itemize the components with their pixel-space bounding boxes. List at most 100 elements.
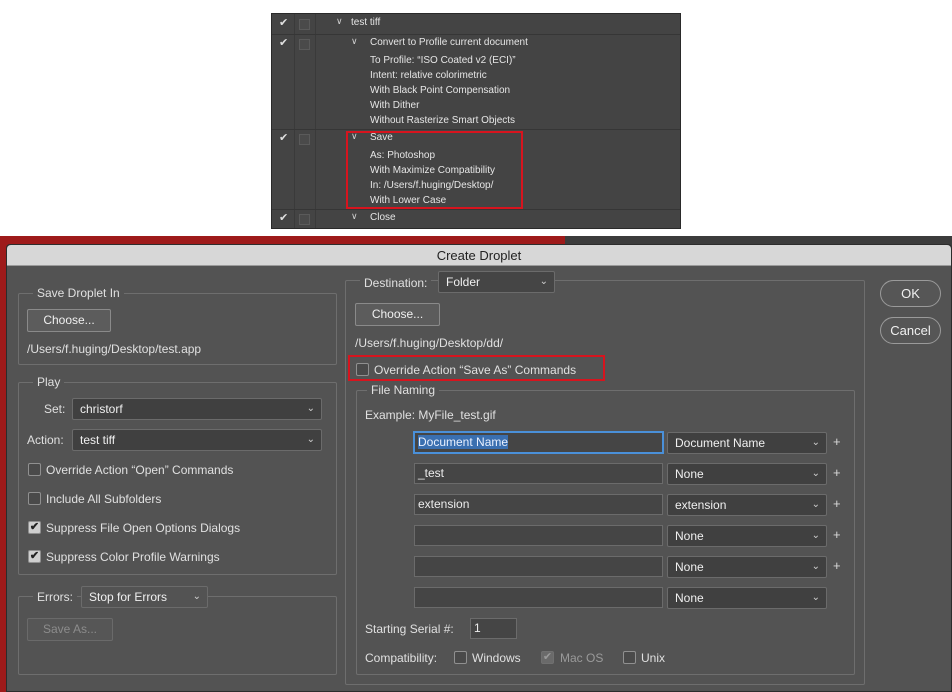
file-naming-example: Example: MyFile_test.gif xyxy=(365,408,496,422)
step-detail-text: Intent: relative colorimetric xyxy=(370,70,487,81)
chevron-down-icon: ⌄ xyxy=(811,592,820,603)
naming-select-1[interactable]: Document Name ⌄ xyxy=(667,432,827,454)
step-detail-text: Without Rasterize Smart Objects xyxy=(370,115,516,126)
chevron-down-icon: ⌄ xyxy=(192,591,201,602)
dialog-toggle-box[interactable] xyxy=(299,134,310,145)
cancel-button[interactable]: Cancel xyxy=(880,317,941,344)
row-divider xyxy=(272,209,680,210)
chevron-down-icon: ⌄ xyxy=(306,434,315,445)
suppress-open-options-checkbox[interactable]: ✔ xyxy=(28,521,41,534)
errors-select[interactable]: Stop for Errors ⌄ xyxy=(81,586,208,608)
naming-select-2[interactable]: None ⌄ xyxy=(667,463,827,485)
naming-field-1[interactable]: Document Name xyxy=(414,432,663,453)
step-detail: Intent: relative colorimetric xyxy=(272,69,680,84)
chevron-down-icon[interactable]: ∨ xyxy=(336,16,343,27)
dialog-toggle-box[interactable] xyxy=(299,214,310,225)
serial-input[interactable]: 1 xyxy=(470,618,517,639)
suppress-color-warnings-label[interactable]: Suppress Color Profile Warnings xyxy=(46,550,220,564)
ok-button[interactable]: OK xyxy=(880,280,941,307)
step-detail-text: With Dither xyxy=(370,100,420,111)
serial-label: Starting Serial #: xyxy=(365,622,454,636)
dialog-toggle-box[interactable] xyxy=(299,19,310,30)
naming-select-value: None xyxy=(675,560,704,574)
naming-select-value: None xyxy=(675,467,704,481)
row-divider xyxy=(272,34,680,35)
action-label: Action: xyxy=(27,433,64,447)
naming-field-3[interactable]: extension xyxy=(414,494,663,515)
step-detail: With Black Point Compensation xyxy=(272,84,680,99)
windows-checkbox[interactable] xyxy=(454,651,467,664)
check-icon[interactable]: ✔ xyxy=(279,131,288,144)
naming-field-5[interactable] xyxy=(414,556,663,577)
destination-label: Destination: xyxy=(360,276,432,290)
action-name: test tiff xyxy=(351,17,381,28)
naming-select-6[interactable]: None ⌄ xyxy=(667,587,827,609)
step-detail-text: With Black Point Compensation xyxy=(370,85,511,96)
action-row-convert-to-profile[interactable]: ✔ ∨ Convert to Profile current document xyxy=(272,36,680,51)
destination-select[interactable]: Folder ⌄ xyxy=(438,271,555,293)
windows-label[interactable]: Windows xyxy=(472,651,521,665)
naming-select-value: None xyxy=(675,529,704,543)
chevron-down-icon[interactable]: ∨ xyxy=(351,211,358,222)
errors-value: Stop for Errors xyxy=(89,590,168,604)
naming-field-6[interactable] xyxy=(414,587,663,608)
set-value: christorf xyxy=(80,402,123,416)
chevron-down-icon[interactable]: ∨ xyxy=(351,36,358,47)
step-detail: To Profile: “ISO Coated v2 (ECI)” xyxy=(272,54,680,69)
highlight-box-override-save-as xyxy=(348,355,605,381)
group-legend: Save Droplet In xyxy=(33,286,124,300)
unix-checkbox[interactable] xyxy=(623,651,636,664)
choose-droplet-button[interactable]: Choose... xyxy=(27,309,111,332)
save-droplet-in-group: Save Droplet In Choose... /Users/f.hugin… xyxy=(18,286,337,365)
naming-select-3[interactable]: extension ⌄ xyxy=(667,494,827,516)
add-row-icon[interactable]: + xyxy=(833,465,841,480)
naming-select-4[interactable]: None ⌄ xyxy=(667,525,827,547)
naming-select-value: extension xyxy=(675,498,727,512)
naming-field-2[interactable]: _test xyxy=(414,463,663,484)
compatibility-label: Compatibility: xyxy=(365,651,438,665)
include-subfolders-checkbox[interactable] xyxy=(28,492,41,505)
add-row-icon[interactable]: + xyxy=(833,496,841,511)
create-droplet-dialog: Create Droplet Save Droplet In Choose...… xyxy=(6,244,952,692)
unix-label[interactable]: Unix xyxy=(641,651,665,665)
suppress-color-warnings-checkbox[interactable]: ✔ xyxy=(28,550,41,563)
add-row-icon[interactable]: + xyxy=(833,434,841,449)
naming-select-value: Document Name xyxy=(675,436,766,450)
set-select[interactable]: christorf ⌄ xyxy=(72,398,322,420)
save-as-button[interactable]: Save As... xyxy=(27,618,113,641)
add-row-icon[interactable]: + xyxy=(833,558,841,573)
action-select[interactable]: test tiff ⌄ xyxy=(72,429,322,451)
step-detail: Without Rasterize Smart Objects xyxy=(272,114,680,129)
naming-select-5[interactable]: None ⌄ xyxy=(667,556,827,578)
naming-field-text: Document Name xyxy=(418,435,509,449)
chevron-down-icon: ⌄ xyxy=(811,437,820,448)
check-icon[interactable]: ✔ xyxy=(279,16,288,29)
check-icon[interactable]: ✔ xyxy=(279,211,288,224)
include-subfolders-label[interactable]: Include All Subfolders xyxy=(46,492,161,506)
destination-value: Folder xyxy=(446,275,481,289)
override-open-checkbox[interactable] xyxy=(28,463,41,476)
file-naming-group: File Naming Example: MyFile_test.gif Doc… xyxy=(356,383,855,675)
step-detail: With Dither xyxy=(272,99,680,114)
naming-select-value: None xyxy=(675,591,704,605)
suppress-open-options-label[interactable]: Suppress File Open Options Dialogs xyxy=(46,521,240,535)
set-label: Set: xyxy=(44,402,66,416)
add-row-icon[interactable]: + xyxy=(833,527,841,542)
check-icon[interactable]: ✔ xyxy=(279,36,288,49)
action-row-test-tiff[interactable]: ✔ ∨ test tiff xyxy=(272,16,680,31)
chevron-down-icon: ⌄ xyxy=(811,561,820,572)
group-legend: Play xyxy=(33,375,65,389)
dialog-toggle-box[interactable] xyxy=(299,39,310,50)
droplet-path: /Users/f.huging/Desktop/test.app xyxy=(27,342,202,356)
errors-group: Errors: Stop for Errors ⌄ Save As... xyxy=(18,586,337,675)
action-row-close[interactable]: ✔ ∨ Close xyxy=(272,211,680,226)
macos-checkbox: ✔ xyxy=(541,651,554,664)
highlight-box-save xyxy=(346,131,523,209)
action-value: test tiff xyxy=(80,433,116,447)
choose-destination-button[interactable]: Choose... xyxy=(355,303,440,326)
naming-field-4[interactable] xyxy=(414,525,663,546)
chevron-down-icon: ⌄ xyxy=(811,530,820,541)
row-divider xyxy=(272,129,680,130)
override-open-label[interactable]: Override Action “Open” Commands xyxy=(46,463,233,477)
macos-label: Mac OS xyxy=(560,651,604,665)
